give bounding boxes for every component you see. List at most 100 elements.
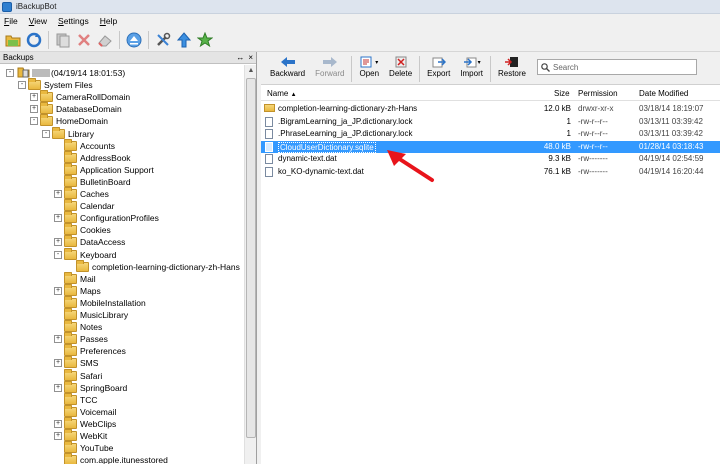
toolbar-divider xyxy=(119,30,120,49)
backward-button[interactable]: Backward xyxy=(265,56,310,78)
file-permission: -rw-r--r-- xyxy=(578,129,608,139)
folder-icon xyxy=(64,356,77,369)
tree-item[interactable]: + Passes xyxy=(54,332,108,345)
tree-item[interactable]: - System Files xyxy=(18,78,93,91)
file-name: ko_KO-dynamic-text.dat xyxy=(278,167,364,176)
expand-icon[interactable]: + xyxy=(54,383,62,392)
tree-item[interactable]: Notes xyxy=(54,320,103,333)
column-size[interactable]: Size xyxy=(554,89,570,98)
expand-icon[interactable]: + xyxy=(54,214,62,223)
scrollbar-thumb[interactable] xyxy=(246,78,256,438)
import-button[interactable]: ▾ Import xyxy=(455,56,488,78)
file-row[interactable]: ko_KO-dynamic-text.dat 76.1 kB -rw------- 0… xyxy=(261,166,720,178)
collapse-icon[interactable]: - xyxy=(6,69,14,77)
tree-item-label: AddressBook xyxy=(80,152,131,163)
menu-view[interactable]: View xyxy=(29,16,47,26)
star-icon[interactable] xyxy=(196,31,214,49)
tree-item-label: completion-learning-dictionary-zh-Hans xyxy=(92,261,240,272)
expand-icon[interactable]: + xyxy=(54,359,62,368)
open-folder-icon[interactable] xyxy=(4,31,22,49)
tree-item[interactable]: - Library xyxy=(42,126,94,140)
search-placeholder: Search xyxy=(552,62,579,72)
device-name-redacted xyxy=(32,69,50,77)
scroll-up-icon[interactable]: ▲ xyxy=(245,65,257,77)
file-row[interactable]: completion-learning-dictionary-zh-Hans 12… xyxy=(261,103,720,115)
tree-item[interactable]: Application Support xyxy=(54,162,154,176)
menu-file[interactable]: File xyxy=(4,16,18,26)
tree-item[interactable]: + WebClips xyxy=(54,416,116,430)
folder-icon xyxy=(64,295,77,308)
column-name[interactable]: Name ▲ xyxy=(267,89,297,98)
search-input[interactable]: Search xyxy=(536,59,697,75)
tree-scrollbar[interactable]: ▲ xyxy=(244,65,256,464)
close-icon[interactable]: × xyxy=(248,53,253,62)
copy-icon[interactable] xyxy=(54,31,72,49)
collapse-icon[interactable]: - xyxy=(42,129,50,138)
tree-item[interactable]: - HomeDomain xyxy=(30,114,108,127)
column-permission[interactable]: Permission xyxy=(578,89,618,98)
tree-item[interactable]: completion-learning-dictionary-zh-Hans xyxy=(66,259,240,273)
eraser-icon[interactable] xyxy=(96,31,114,49)
collapse-icon[interactable]: - xyxy=(30,117,38,126)
tree-item-label: System Files xyxy=(44,80,93,91)
tree-item[interactable]: AddressBook xyxy=(54,150,131,164)
file-name: dynamic-text.dat xyxy=(278,154,337,164)
tree-item[interactable]: Cookies xyxy=(54,223,111,236)
file-row[interactable]: dynamic-text.dat 9.3 kB -rw------- 04/19/14… xyxy=(261,153,720,165)
forward-button[interactable]: Forward xyxy=(310,56,349,78)
tree-item-label: Mail xyxy=(80,273,96,284)
tree-item-label: Voicemail xyxy=(80,406,117,417)
delete-button[interactable]: Delete xyxy=(384,56,417,78)
tree-item[interactable]: Safari xyxy=(54,368,102,382)
file-row[interactable]: .PhraseLearning_ja_JP.dictionary.lock 1 -r… xyxy=(261,128,720,140)
menu-settings[interactable]: Settings xyxy=(58,16,89,26)
file-row-selected[interactable]: CloudUserDictionary.sqlite 48.0 kB -rw-r--… xyxy=(261,140,720,153)
column-date[interactable]: Date Modified xyxy=(639,89,688,98)
expand-icon[interactable]: + xyxy=(54,238,62,247)
tree-item[interactable]: YouTube xyxy=(54,441,114,454)
collapse-icon[interactable]: - xyxy=(54,250,62,259)
tree-item[interactable]: Accounts xyxy=(54,138,115,152)
menu-help[interactable]: Help xyxy=(100,16,117,26)
upload-icon[interactable] xyxy=(175,31,193,49)
pin-icon[interactable]: ↔ xyxy=(236,53,244,62)
tree-item[interactable]: com.apple.itunesstored xyxy=(54,453,168,464)
folder-icon xyxy=(52,126,65,139)
export-button[interactable]: Export xyxy=(422,56,455,78)
eject-icon[interactable] xyxy=(125,31,143,49)
expand-icon[interactable]: + xyxy=(54,335,62,344)
expand-icon[interactable]: + xyxy=(30,105,38,114)
tree-item[interactable]: + Caches xyxy=(54,187,109,200)
folder-icon xyxy=(64,453,77,464)
tree-item[interactable]: + SpringBoard xyxy=(54,380,127,394)
tree-item[interactable]: Voicemail xyxy=(54,404,117,418)
delete-icon[interactable] xyxy=(75,31,93,49)
expand-icon[interactable]: + xyxy=(54,419,62,428)
expand-icon[interactable]: + xyxy=(30,93,38,102)
tree-item[interactable]: - Keyboard xyxy=(54,247,116,261)
collapse-icon[interactable]: - xyxy=(18,81,26,90)
tree-item[interactable]: - (04/19/14 18:01:53) xyxy=(6,67,125,79)
tree-item[interactable]: + WebKit xyxy=(54,429,107,442)
tree-item-label: YouTube xyxy=(80,443,114,454)
tree-item[interactable]: + DataAccess xyxy=(54,235,126,248)
tools-icon[interactable] xyxy=(154,31,172,49)
tree-item[interactable]: + Maps xyxy=(54,283,101,297)
open-button[interactable]: ▾ Open xyxy=(354,56,384,78)
folder-icon xyxy=(64,187,77,199)
file-row[interactable]: .BigramLearning_ja_JP.dictionary.lock 1 -r… xyxy=(261,116,720,128)
tree-item[interactable]: TCC xyxy=(54,392,97,406)
expand-icon[interactable]: + xyxy=(54,432,62,440)
expand-icon[interactable]: + xyxy=(54,190,62,198)
tree-item[interactable]: Mail xyxy=(54,271,96,285)
tree-item-label: DataAccess xyxy=(80,237,126,248)
tree-item[interactable]: Calendar xyxy=(54,199,115,212)
tree-item-label: Notes xyxy=(80,322,103,333)
expand-icon[interactable]: + xyxy=(54,286,62,295)
file-size: 1 xyxy=(566,129,571,139)
refresh-icon[interactable] xyxy=(25,31,43,49)
restore-button[interactable]: Restore xyxy=(493,56,531,78)
tree-item[interactable]: + SMS xyxy=(54,356,98,369)
file-date: 03/13/11 03:39:42 xyxy=(639,129,703,139)
file-date: 01/28/14 03:18:43 xyxy=(639,141,704,151)
